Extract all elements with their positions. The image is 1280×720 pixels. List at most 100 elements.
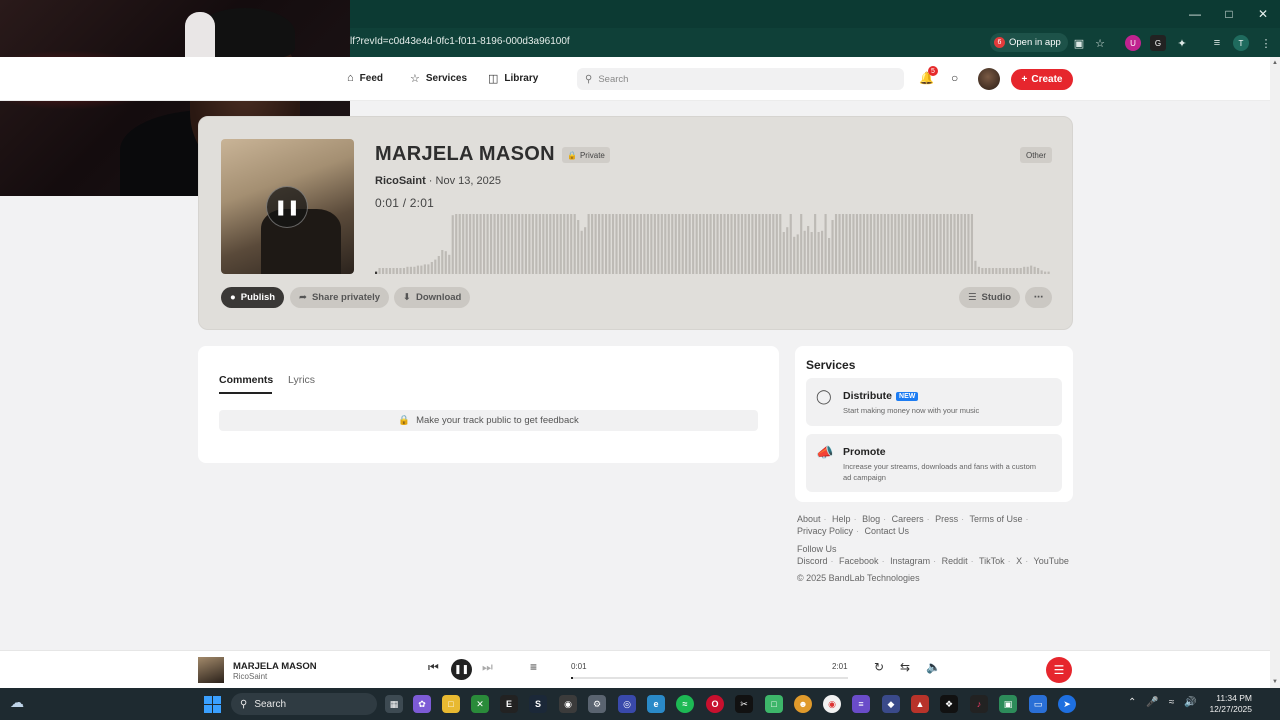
studio-button[interactable]: ☰ Studio [959, 287, 1021, 308]
download-icon: ⬇ [403, 292, 411, 303]
microphone-icon[interactable]: 🎤 [1146, 697, 1158, 708]
app-icon-23[interactable]: ▣ [999, 695, 1017, 713]
artist-link[interactable]: RicoSaint [375, 175, 426, 187]
wifi-icon[interactable]: ≈ [1169, 697, 1175, 708]
footer-instagram[interactable]: Instagram [890, 556, 930, 566]
reading-list-icon[interactable]: ≡ [1209, 35, 1225, 51]
nav-services[interactable]: ☆ Services [410, 72, 467, 85]
tiktok-icon[interactable]: ♪ [970, 695, 988, 713]
messages-icon[interactable]: ○ [951, 71, 958, 85]
player-menu-button[interactable]: ☰ [1046, 657, 1072, 683]
tab-lyrics[interactable]: Lyrics [288, 374, 315, 386]
tab-comments[interactable]: Comments [219, 374, 273, 386]
player-artist[interactable]: RicoSaint [233, 672, 267, 681]
copilot-icon[interactable]: ✿ [413, 695, 431, 713]
epic-games-icon[interactable]: E [500, 695, 518, 713]
previous-track-icon[interactable]: ⏮ [428, 660, 439, 675]
waveform-bar [528, 214, 531, 274]
start-button[interactable] [204, 696, 221, 713]
page-scrollbar[interactable]: ▲ ▼ [1270, 57, 1280, 688]
footer-terms[interactable]: Terms of Use [970, 514, 1023, 524]
search-input[interactable] [598, 73, 879, 85]
footer-youtube[interactable]: YouTube [1034, 556, 1069, 566]
user-avatar[interactable] [978, 68, 1000, 90]
taskbar-search[interactable]: ⚲ Search [231, 693, 377, 715]
footer-privacy[interactable]: Privacy Policy [797, 526, 853, 536]
footer-about[interactable]: About [797, 514, 821, 524]
service-promote[interactable]: 📣 Promote Increase your streams, downloa… [806, 434, 1062, 492]
obs-icon[interactable]: ◉ [559, 695, 577, 713]
nav-feed[interactable]: ⌂ Feed [347, 72, 383, 84]
waveform-bar [772, 214, 775, 274]
app-icon-19[interactable]: ◆ [882, 695, 900, 713]
app-icon-18[interactable]: ≡ [852, 695, 870, 713]
footer-contact[interactable]: Contact Us [865, 526, 910, 536]
app-icon-16[interactable]: ☻ [794, 695, 812, 713]
footer-careers[interactable]: Careers [892, 514, 924, 524]
app-icon-25[interactable]: ➤ [1058, 695, 1076, 713]
app-icon-24[interactable]: ▭ [1029, 695, 1047, 713]
bookmark-star-icon[interactable]: ☆ [1092, 35, 1108, 51]
xbox-icon[interactable]: ✕ [471, 695, 489, 713]
queue-icon[interactable]: ≡ [530, 660, 537, 674]
player-track-title[interactable]: MARJELA MASON [233, 661, 317, 672]
app-icon-9[interactable]: ◎ [618, 695, 636, 713]
scroll-up-icon[interactable]: ▲ [1271, 60, 1279, 66]
footer-discord[interactable]: Discord [797, 556, 828, 566]
steam-icon[interactable]: S [529, 695, 547, 713]
player-pause-button[interactable]: ❚❚ [451, 659, 472, 680]
nav-library[interactable]: ◫ Library [488, 72, 538, 85]
more-options-button[interactable]: ⋯ [1025, 287, 1052, 308]
speaker-icon[interactable]: 🔊 [1184, 697, 1196, 708]
player-artwork[interactable] [198, 657, 224, 683]
download-button[interactable]: ⬇ Download [394, 287, 471, 308]
edge-icon[interactable]: e [647, 695, 665, 713]
minimize-icon[interactable]: — [1178, 0, 1212, 28]
footer-press[interactable]: Press [935, 514, 958, 524]
profile-avatar-icon[interactable]: T [1233, 35, 1249, 51]
app-icon-15[interactable]: □ [765, 695, 783, 713]
extension-g-icon[interactable]: G [1150, 35, 1166, 51]
opera-icon[interactable]: O [706, 695, 724, 713]
app-icon-20[interactable]: ▲ [911, 695, 929, 713]
screenshot-icon[interactable]: ▣ [1071, 35, 1087, 51]
next-track-icon[interactable]: ⏭ [482, 660, 493, 675]
task-view-icon[interactable]: ▦ [385, 695, 403, 713]
open-in-app-button[interactable]: 6 Open in app [990, 33, 1068, 52]
service-distribute[interactable]: ◯ Distribute NEW Start making money now … [806, 378, 1062, 426]
app-icon-21[interactable]: ❖ [940, 695, 958, 713]
browser-menu-icon[interactable]: ⋮ [1258, 35, 1274, 51]
spotify-icon[interactable]: ≈ [676, 695, 694, 713]
waveform-bar [817, 232, 820, 274]
capcut-icon[interactable]: ✂ [735, 695, 753, 713]
maximize-icon[interactable]: □ [1212, 0, 1246, 28]
create-button[interactable]: + Create [1011, 69, 1073, 90]
settings-gear-icon[interactable]: ⚙ [588, 695, 606, 713]
waveform-bar [1047, 271, 1050, 274]
extension-u-icon[interactable]: U [1125, 35, 1141, 51]
footer-facebook[interactable]: Facebook [839, 556, 879, 566]
search-box[interactable]: ⚲ [577, 68, 904, 90]
waveform[interactable] [375, 214, 1051, 274]
player-progress-bar[interactable] [571, 677, 848, 679]
footer-blog[interactable]: Blog [862, 514, 880, 524]
chrome-icon[interactable]: ◉ [823, 695, 841, 713]
share-privately-button[interactable]: ➦ Share privately [290, 287, 390, 308]
close-icon[interactable]: ✕ [1246, 0, 1280, 28]
footer-reddit[interactable]: Reddit [942, 556, 968, 566]
footer-tiktok[interactable]: TikTok [979, 556, 1005, 566]
file-explorer-icon[interactable]: □ [442, 695, 460, 713]
footer-x[interactable]: X [1016, 556, 1022, 566]
footer-help[interactable]: Help [832, 514, 851, 524]
weather-icon[interactable]: ☁ [10, 694, 32, 714]
repeat-icon[interactable]: ↻ [874, 660, 884, 674]
volume-icon[interactable]: 🔈 [926, 660, 941, 674]
shuffle-icon[interactable]: ⇆ [900, 660, 910, 674]
taskbar-clock[interactable]: 11:34 PM 12/27/2025 [1208, 693, 1252, 715]
url-field[interactable]: lf?revId=c0d43e4d-0fc1-f011-8196-000d3a9… [350, 36, 570, 47]
publish-button[interactable]: ● Publish [221, 287, 285, 308]
scroll-down-icon[interactable]: ▼ [1271, 679, 1279, 685]
extensions-puzzle-icon[interactable]: ✦ [1174, 35, 1190, 51]
hero-pause-button[interactable]: ❚❚ [266, 186, 308, 228]
tray-chevron-icon[interactable]: ⌃ [1128, 697, 1136, 708]
